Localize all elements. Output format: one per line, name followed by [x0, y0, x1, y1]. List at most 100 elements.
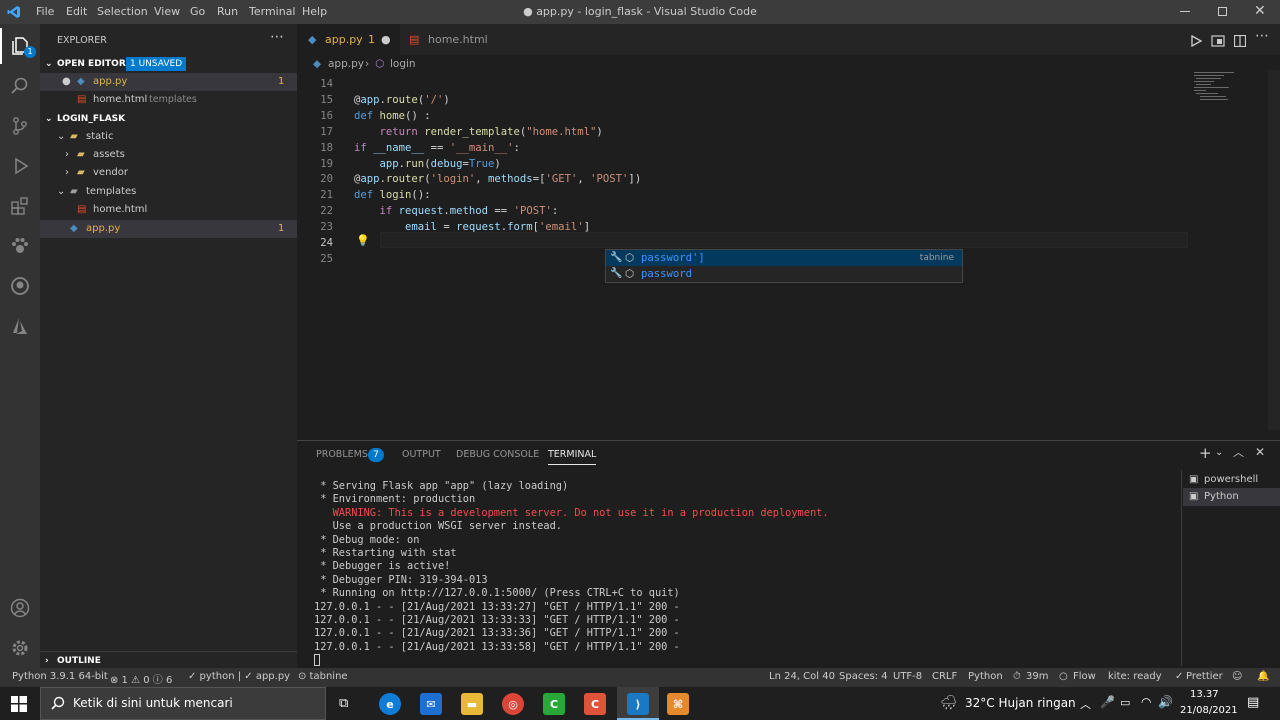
- line-number: 18: [320, 141, 333, 154]
- close-icon[interactable]: ✕: [1254, 3, 1266, 19]
- volume-icon[interactable]: 🔊: [1158, 695, 1173, 709]
- terminal-icon: ▣: [1189, 474, 1199, 485]
- code-line[interactable]: 17 return render_template("home.html"): [297, 124, 1197, 140]
- mail-icon[interactable]: ✉: [420, 693, 442, 715]
- suggestion-item[interactable]: 🔧 ⬡ password: [606, 266, 962, 282]
- taskbar-search-box[interactable]: Ketik di sini untuk mencari: [40, 687, 326, 720]
- environment-status[interactable]: ✓ python | ✓ app.py: [188, 671, 290, 682]
- minimap[interactable]: [1192, 70, 1252, 110]
- github-icon[interactable]: [0, 268, 40, 304]
- code-line[interactable]: 16 def home() :: [297, 108, 1197, 124]
- weather-text[interactable]: 32°C Hujan ringan: [965, 696, 1076, 710]
- code-line[interactable]: 18 if __name__ == '__main__':: [297, 140, 1197, 156]
- open-preview-icon[interactable]: [1211, 32, 1225, 51]
- breadcrumb-file[interactable]: app.py: [328, 55, 364, 73]
- suggestion-item[interactable]: 🔧 ⬡ password'] tabnine: [606, 250, 962, 266]
- open-editor-home-html[interactable]: ▤ home.html templates: [40, 91, 297, 109]
- code-line[interactable]: 19 app.run(debug=True): [297, 156, 1197, 172]
- restore-icon[interactable]: [1218, 7, 1227, 16]
- project-section[interactable]: ⌄ LOGIN_FLASK: [40, 110, 297, 128]
- more-actions-icon[interactable]: ⋯: [1255, 28, 1269, 44]
- shell-item-powershell[interactable]: ▣ powershell: [1183, 471, 1280, 488]
- tree-file-app-py[interactable]: ◆ app.py 1: [40, 220, 297, 238]
- editor-scrollbar[interactable]: [1268, 70, 1280, 430]
- file-explorer-icon[interactable]: ▬: [461, 693, 483, 715]
- task-view-icon[interactable]: ⧉: [339, 696, 348, 711]
- line-number: 23: [320, 221, 333, 234]
- paw-icon[interactable]: [0, 228, 40, 264]
- code-line[interactable]: 21 def login():: [297, 187, 1197, 203]
- flow-status[interactable]: Flow: [1073, 671, 1096, 682]
- run-file-icon[interactable]: [1190, 32, 1203, 51]
- python-interpreter[interactable]: Python 3.9.1 64-bit: [12, 671, 108, 682]
- chevron-down-icon[interactable]: ⌄: [1215, 447, 1223, 458]
- red-app-icon[interactable]: C: [584, 693, 606, 715]
- tab-output[interactable]: OUTPUT: [402, 449, 441, 460]
- tree-file-home-html[interactable]: ▤ home.html: [40, 201, 297, 219]
- tree-folder-vendor[interactable]: › ▰ vendor: [40, 164, 297, 182]
- cursor-position[interactable]: Ln 24, Col 40: [769, 671, 835, 682]
- taskbar-time[interactable]: 13.37: [1190, 689, 1219, 700]
- windows-start-icon[interactable]: [11, 696, 27, 715]
- chrome-icon[interactable]: ◎: [502, 693, 524, 715]
- encoding[interactable]: UTF-8: [893, 671, 922, 682]
- tab-home-html[interactable]: ▤ home.html: [400, 24, 503, 55]
- tab-problems[interactable]: PROBLEMS: [316, 449, 368, 460]
- tab-app-py[interactable]: ◆ app.py 1 ●: [297, 24, 400, 55]
- more-actions-icon[interactable]: ⋯: [270, 29, 284, 45]
- notification-center-icon[interactable]: ▤: [1247, 695, 1259, 710]
- tabnine-status[interactable]: ⊙ tabnine: [298, 671, 348, 682]
- breadcrumb-symbol[interactable]: login: [390, 55, 416, 73]
- terminal-cursor[interactable]: [314, 654, 320, 666]
- tree-folder-assets[interactable]: › ▰ assets: [40, 146, 297, 164]
- edge-icon[interactable]: e: [379, 693, 401, 715]
- extensions-icon[interactable]: [0, 188, 40, 224]
- unsaved-dot-icon[interactable]: ●: [381, 24, 391, 55]
- minimize-icon[interactable]: [1180, 11, 1190, 12]
- new-terminal-icon[interactable]: +: [1199, 444, 1212, 462]
- settings-gear-icon[interactable]: [0, 630, 40, 666]
- explorer-icon[interactable]: 1: [0, 28, 40, 64]
- open-editor-app-py[interactable]: ● ◆ app.py 1: [40, 73, 297, 91]
- tray-chevron-icon[interactable]: ︿: [1080, 696, 1091, 712]
- battery-icon[interactable]: ▭: [1120, 696, 1130, 709]
- code-line[interactable]: 20 @app.router('login', methods=['GET', '…: [297, 171, 1197, 187]
- line-endings[interactable]: CRLF: [932, 671, 957, 682]
- tree-folder-static[interactable]: ⌄ ▰ static: [40, 128, 297, 146]
- code-line[interactable]: 22 if request.method == 'POST':: [297, 203, 1197, 219]
- run-debug-icon[interactable]: [0, 148, 40, 184]
- code-line[interactable]: 15 @app.route('/'): [297, 92, 1197, 108]
- source-control-icon[interactable]: [0, 108, 40, 144]
- open-editors-section[interactable]: ⌄ OPEN EDITORS 1 UNSAVED: [40, 55, 297, 73]
- wifi-icon[interactable]: ◠: [1141, 695, 1151, 709]
- split-editor-icon[interactable]: [1233, 32, 1247, 51]
- kite-status[interactable]: kite: ready: [1108, 671, 1162, 682]
- feedback-icon[interactable]: ☺: [1232, 671, 1242, 682]
- line-number: 25: [320, 252, 333, 265]
- terminal-line: WARNING: This is a development server. D…: [314, 506, 829, 519]
- language-mode[interactable]: Python: [968, 671, 1003, 682]
- microphone-icon[interactable]: 🎤: [1100, 695, 1115, 709]
- problems-summary[interactable]: ⊗ 1 ⚠ 0 ⓘ 6: [110, 671, 172, 686]
- taskbar-date[interactable]: 21/08/2021: [1180, 705, 1238, 716]
- line-number: 15: [320, 93, 333, 106]
- search-icon[interactable]: [0, 68, 40, 104]
- prettier-status[interactable]: Prettier: [1186, 671, 1223, 682]
- azure-icon[interactable]: [0, 308, 40, 344]
- shell-item-python[interactable]: ▣ Python: [1183, 488, 1280, 506]
- code-line[interactable]: 14: [297, 76, 1197, 92]
- lightbulb-icon[interactable]: 💡: [356, 234, 370, 247]
- orange-app-icon[interactable]: ⌘: [667, 693, 689, 715]
- indentation[interactable]: Spaces: 4: [839, 671, 888, 682]
- notifications-bell-icon[interactable]: 🔔: [1257, 671, 1269, 682]
- account-icon[interactable]: [0, 590, 40, 626]
- time-spent[interactable]: 39m: [1026, 671, 1048, 682]
- vscode-icon[interactable]: ⟩: [627, 693, 649, 715]
- green-app-icon[interactable]: C: [543, 693, 565, 715]
- outline-section[interactable]: › OUTLINE: [40, 651, 297, 669]
- tab-debug-console[interactable]: DEBUG CONSOLE: [456, 449, 539, 460]
- maximize-panel-icon[interactable]: ︿: [1233, 444, 1244, 460]
- tab-terminal[interactable]: TERMINAL: [548, 449, 597, 465]
- tree-folder-templates[interactable]: ⌄ ▰ templates: [40, 183, 297, 201]
- close-panel-icon[interactable]: ✕: [1255, 445, 1265, 459]
